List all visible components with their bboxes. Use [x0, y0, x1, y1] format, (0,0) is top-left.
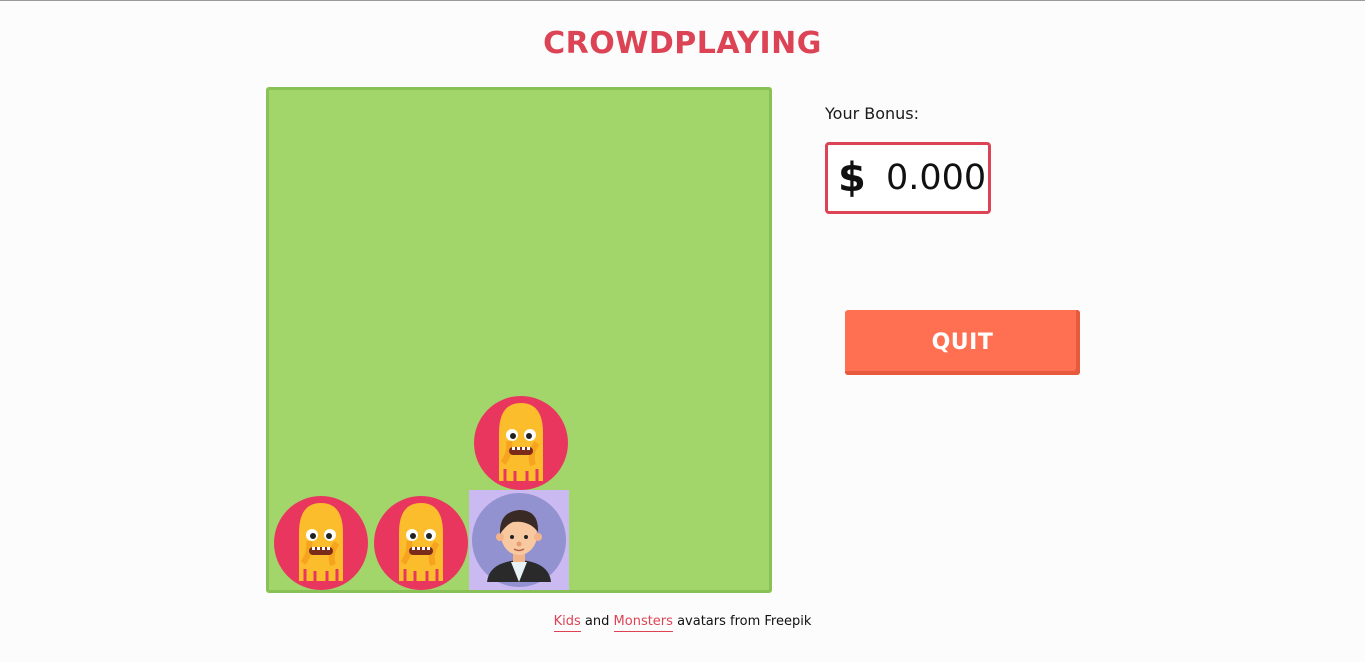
monster-avatar — [271, 493, 371, 593]
credits-and: and — [584, 614, 610, 629]
monster-avatar — [471, 393, 571, 493]
bonus-value: 0.000 — [886, 158, 987, 198]
kids-link[interactable]: Kids — [553, 614, 581, 632]
monsters-link[interactable]: Monsters — [613, 614, 673, 632]
monster-avatar — [371, 493, 471, 593]
credits-text: avatars from Freepik — [677, 614, 812, 629]
player-kid-avatar — [469, 490, 569, 590]
bonus-label: Your Bonus: — [825, 104, 920, 123]
page-title: CROWDPLAYING — [543, 26, 822, 61]
dollar-sign: $ — [838, 155, 866, 201]
top-border-line — [0, 0, 1365, 1]
quit-button[interactable]: QUIT — [845, 310, 1080, 375]
game-board[interactable] — [266, 87, 772, 593]
bonus-display: $ 0.000 — [825, 142, 991, 214]
credits: Kids and Monsters avatars from Freepik — [0, 614, 1365, 632]
